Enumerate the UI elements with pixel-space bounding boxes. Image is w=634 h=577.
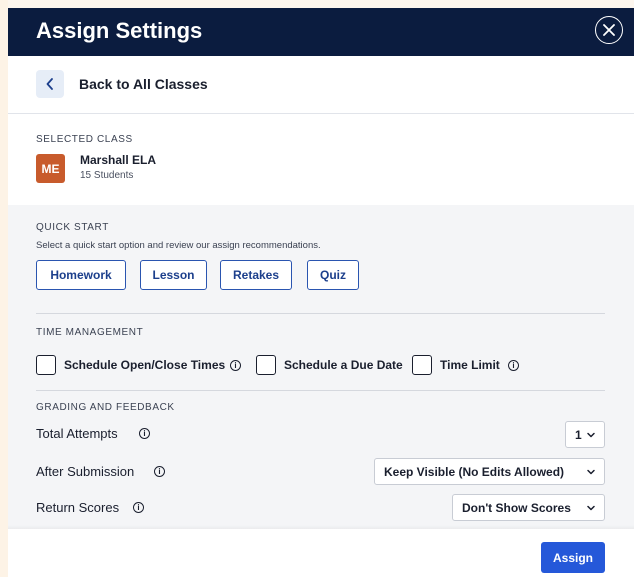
section-divider bbox=[36, 313, 605, 314]
class-name: Marshall ELA bbox=[80, 153, 157, 167]
modal-footer: Assign bbox=[8, 529, 634, 577]
return-scores-label: Return Scores bbox=[36, 500, 120, 515]
quick-start-heading: QUICK START bbox=[36, 222, 109, 233]
modal-header: Assign Settings bbox=[8, 8, 634, 56]
info-icon[interactable]: i bbox=[508, 360, 519, 371]
quick-start-retakes-button[interactable]: Retakes bbox=[220, 260, 292, 290]
info-icon[interactable]: i bbox=[139, 428, 150, 439]
chevron-down-icon bbox=[587, 432, 595, 438]
schedule-due-date-label[interactable]: Schedule a Due Date bbox=[284, 358, 403, 372]
after-submission-label: After Submission bbox=[36, 464, 135, 479]
grading-feedback-heading: GRADING AND FEEDBACK bbox=[36, 402, 175, 413]
back-navigation: Back to All Classes bbox=[8, 56, 634, 114]
total-attempts-select[interactable]: 1 bbox=[565, 421, 605, 448]
assign-button[interactable]: Assign bbox=[541, 542, 605, 573]
total-attempts-label: Total Attempts bbox=[36, 426, 118, 441]
selected-class-heading: SELECTED CLASS bbox=[36, 134, 133, 145]
selected-class-section: SELECTED CLASS ME Marshall ELA 15 Studen… bbox=[8, 114, 634, 205]
schedule-open-close-checkbox[interactable] bbox=[36, 355, 56, 375]
after-submission-select[interactable]: Keep Visible (No Edits Allowed) bbox=[374, 458, 605, 485]
page-background bbox=[0, 0, 8, 577]
time-limit-checkbox[interactable] bbox=[412, 355, 432, 375]
chevron-left-icon bbox=[46, 78, 53, 90]
quick-start-quiz-button[interactable]: Quiz bbox=[307, 260, 359, 290]
close-button[interactable] bbox=[595, 16, 623, 44]
after-submission-value: Keep Visible (No Edits Allowed) bbox=[384, 464, 565, 479]
return-scores-select[interactable]: Don't Show Scores bbox=[452, 494, 605, 521]
total-attempts-value: 1 bbox=[575, 427, 582, 442]
close-icon bbox=[603, 24, 615, 36]
assign-settings-modal: Assign Settings Back to All Classes SELE… bbox=[8, 8, 634, 577]
settings-scroll-area[interactable]: QUICK START Select a quick start option … bbox=[8, 205, 634, 529]
schedule-due-date-checkbox[interactable] bbox=[256, 355, 276, 375]
info-icon[interactable]: i bbox=[230, 360, 241, 371]
time-limit-label[interactable]: Time Limit bbox=[440, 358, 500, 372]
schedule-open-close-label[interactable]: Schedule Open/Close Times bbox=[64, 358, 225, 372]
chevron-down-icon bbox=[587, 469, 595, 475]
quick-start-lesson-button[interactable]: Lesson bbox=[140, 260, 207, 290]
quick-start-homework-button[interactable]: Homework bbox=[36, 260, 126, 290]
return-scores-value: Don't Show Scores bbox=[462, 500, 571, 515]
class-avatar: ME bbox=[36, 154, 65, 183]
class-student-count: 15 Students bbox=[80, 170, 134, 181]
section-divider bbox=[36, 390, 605, 391]
back-link[interactable]: Back to All Classes bbox=[79, 76, 208, 92]
time-management-heading: TIME MANAGEMENT bbox=[36, 327, 144, 338]
modal-title: Assign Settings bbox=[36, 18, 203, 43]
chevron-down-icon bbox=[587, 505, 595, 511]
info-icon[interactable]: i bbox=[154, 466, 165, 477]
quick-start-description: Select a quick start option and review o… bbox=[36, 240, 321, 251]
back-button[interactable] bbox=[36, 70, 64, 98]
info-icon[interactable]: i bbox=[133, 502, 144, 513]
